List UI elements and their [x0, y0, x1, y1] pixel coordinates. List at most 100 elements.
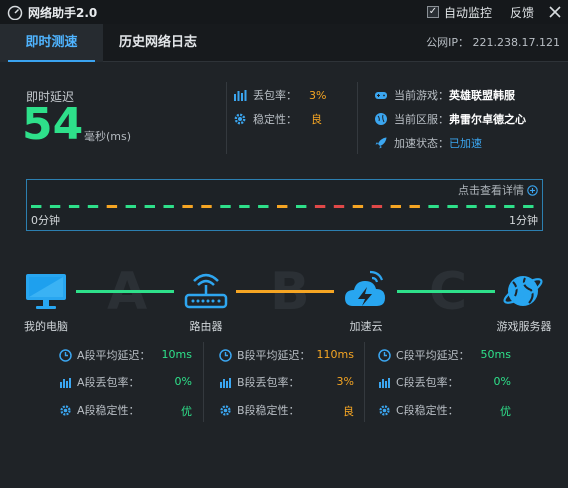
stability-row: 稳定性： 良: [233, 111, 343, 127]
auto-monitor-checkbox[interactable]: ✓: [426, 6, 439, 18]
segment-a-latency-label: A段平均延迟：: [77, 349, 151, 362]
speedometer-icon: [7, 5, 23, 20]
auto-monitor-label[interactable]: 自动监控: [444, 4, 492, 21]
accel-status-value[interactable]: 已加速: [449, 135, 482, 151]
trend-dash: [49, 205, 61, 208]
trend-dash: [428, 205, 439, 208]
trend-dash: [258, 205, 269, 208]
segment-b-stability-value: 良: [343, 405, 354, 418]
accel-status-row: 加速状态： 已加速: [374, 135, 482, 151]
segment-c-latency-row: C段平均延迟：: [378, 347, 470, 363]
accel-status-label: 加速状态：: [394, 137, 449, 150]
graph-end-label: 1分钟: [509, 214, 538, 227]
trend-dash: [523, 205, 534, 208]
latency-graph[interactable]: 点击查看详情 0分钟 1分钟: [26, 179, 543, 231]
segment-c-loss-row: C段丢包率：: [378, 374, 459, 390]
gear-icon: [60, 404, 71, 416]
acceleration-cloud-icon: [345, 270, 385, 306]
segment-b-stability-label: B段稳定性：: [237, 404, 300, 417]
node-label-game-server: 游戏服务器: [496, 320, 552, 333]
segment-c-loss-value: 0%: [493, 375, 511, 388]
close-icon[interactable]: [548, 5, 562, 19]
tab-history-log[interactable]: 历史网络日志: [103, 24, 213, 62]
node-label-accel-cloud: 加速云: [349, 320, 383, 333]
view-detail-link[interactable]: 点击查看详情: [458, 182, 538, 198]
view-detail-label: 点击查看详情: [458, 184, 524, 197]
clock-icon: [378, 348, 391, 362]
segment-c-latency-label: C段平均延迟：: [396, 349, 470, 362]
trend-dash: [68, 205, 80, 208]
segment-line-c: [397, 290, 495, 293]
loss-rate-row: 丢包率： 3%: [233, 87, 343, 103]
tab-bar: 即时测速 历史网络日志 公网IP： 221.238.17.121: [0, 24, 568, 62]
trend-dash: [144, 205, 155, 208]
segment-b-loss-label: B段丢包率：: [237, 376, 300, 389]
divider: [226, 82, 227, 154]
trend-dash: [333, 205, 345, 208]
segment-b-stability-row: B段稳定性：: [219, 402, 300, 418]
current-game-label: 当前游戏：: [394, 89, 449, 102]
current-region-row: 当前区服： 弗雷尔卓德之心: [374, 111, 526, 127]
trend-dash: [314, 205, 326, 208]
segment-a-latency-value: 10ms: [161, 348, 192, 361]
loss-rate-label: 丢包率：: [253, 89, 297, 102]
public-ip: 公网IP： 221.238.17.121: [426, 36, 560, 49]
gear-icon: [220, 404, 231, 416]
bar-signal-icon: [234, 90, 247, 101]
trend-dash: [504, 205, 515, 208]
trend-dash: [220, 205, 231, 208]
segment-a-stability-value: 优: [181, 405, 192, 418]
latency-unit: 毫秒(ms): [84, 130, 132, 143]
trend-dash: [239, 205, 250, 208]
trend-dash: [447, 205, 458, 208]
gear-icon: [379, 404, 390, 416]
clock-icon: [59, 348, 72, 362]
trend-dash: [277, 205, 288, 208]
current-region-value: 弗雷尔卓德之心: [449, 113, 526, 126]
title-bar: 网络助手2.0 ✓ 自动监控 反馈: [0, 0, 568, 24]
current-region-label: 当前区服：: [394, 113, 449, 126]
plus-circle-icon: [527, 184, 538, 196]
segment-c-stability-row: C段稳定性：: [378, 402, 459, 418]
latency-value: 54: [22, 99, 84, 150]
node-label-router: 路由器: [189, 320, 223, 333]
trend-dash: [296, 205, 307, 208]
segment-b-latency-row: B段平均延迟：: [219, 347, 311, 363]
trend-dash: [390, 205, 401, 208]
clock-icon: [219, 348, 232, 362]
segment-c-latency-value: 50ms: [480, 348, 511, 361]
trend-dash: [182, 205, 193, 208]
computer-icon: [26, 274, 66, 309]
trend-dash: [31, 205, 42, 208]
divider: [364, 342, 365, 422]
segment-a-stability-row: A段稳定性：: [59, 402, 140, 418]
segment-line-a: [76, 290, 174, 293]
node-label-my-computer: 我的电脑: [24, 320, 68, 333]
bar-signal-icon: [379, 377, 390, 388]
trend-dash: [371, 205, 383, 208]
segment-a-loss-value: 0%: [174, 375, 192, 388]
divider: [357, 82, 358, 154]
router-icon: [184, 273, 228, 309]
segment-a-loss-label: A段丢包率：: [77, 376, 140, 389]
trend-dash: [201, 205, 212, 208]
trend-dash: [352, 205, 364, 208]
stability-value: 良: [311, 113, 322, 126]
stability-label: 稳定性：: [253, 113, 297, 126]
globe-icon: [375, 113, 387, 125]
app-title: 网络助手2.0: [28, 5, 98, 20]
current-game-value: 英雄联盟韩服: [449, 89, 515, 102]
trend-dash: [125, 205, 136, 208]
segment-b-latency-label: B段平均延迟：: [237, 349, 311, 362]
game-server-icon: [503, 276, 543, 306]
current-game-row: 当前游戏： 英雄联盟韩服: [374, 87, 515, 103]
graph-start-label: 0分钟: [31, 214, 60, 227]
loss-rate-value: 3%: [309, 88, 327, 102]
bar-signal-icon: [220, 377, 231, 388]
latency-trend-line: [31, 205, 534, 208]
trend-dash: [106, 205, 118, 208]
segment-b-loss-row: B段丢包率：: [219, 374, 300, 390]
tab-realtime-test[interactable]: 即时测速: [0, 24, 103, 62]
bar-signal-icon: [60, 377, 71, 388]
feedback-link[interactable]: 反馈: [510, 4, 534, 21]
